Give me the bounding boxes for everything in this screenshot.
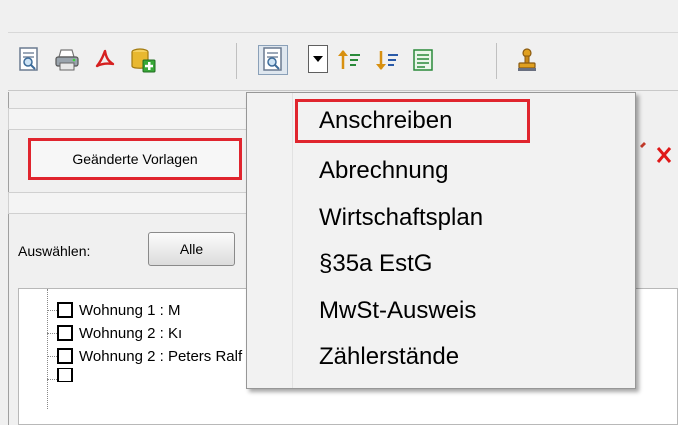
preview-icon[interactable] — [14, 45, 44, 75]
checkbox[interactable] — [57, 348, 73, 364]
menu-icon-column — [247, 93, 293, 388]
menu-item-label: Anschreiben — [319, 107, 453, 134]
stamp-icon[interactable] — [512, 45, 542, 75]
tree-item-label: Wohnung 2 : Peters Ralf — [79, 347, 243, 365]
menu-item-anschreiben[interactable]: Anschreiben — [295, 99, 530, 143]
menu-item-mwst-ausweis[interactable]: MwSt-Ausweis — [319, 297, 476, 325]
application-window: Geänderte Vorlagen Auswählen: Alle Wohnu… — [0, 0, 678, 425]
tree-item[interactable]: Wohnung 2 : Peters Ralf — [57, 345, 242, 367]
tree-connector — [47, 289, 48, 409]
add-database-icon[interactable] — [128, 45, 158, 75]
checkbox[interactable] — [57, 325, 73, 341]
section-header — [8, 192, 248, 214]
section-header — [8, 108, 248, 130]
checkbox[interactable] — [57, 302, 73, 318]
pdf-icon[interactable] — [90, 45, 120, 75]
printer-icon[interactable] — [52, 45, 82, 75]
select-label: Auswählen: — [18, 243, 91, 259]
select-all-button[interactable]: Alle — [148, 232, 235, 266]
tree-item[interactable] — [57, 368, 79, 382]
toolbar-separator — [496, 43, 497, 79]
tree-item[interactable]: Wohnung 1 : M — [57, 299, 180, 321]
tree-connector — [47, 333, 57, 334]
sort-ascending-icon[interactable] — [334, 45, 364, 75]
changed-templates-button[interactable]: Geänderte Vorlagen — [28, 138, 242, 180]
tree-connector — [47, 356, 57, 357]
tree-item-label: Wohnung 2 : Kı — [79, 324, 183, 342]
edit-icon[interactable] — [640, 142, 646, 148]
chevron-down-icon — [313, 56, 323, 62]
list-icon[interactable] — [408, 45, 438, 75]
menu-item-abrechnung[interactable]: Abrechnung — [319, 157, 448, 185]
checkbox[interactable] — [57, 368, 73, 382]
tree-connector — [47, 310, 57, 311]
template-dropdown-button[interactable] — [308, 45, 328, 73]
tree-connector — [47, 379, 57, 380]
toolbar-separator — [236, 43, 237, 79]
tree-item[interactable]: Wohnung 2 : Kı — [57, 322, 182, 344]
sort-descending-icon[interactable] — [372, 45, 402, 75]
menu-item-zaehlerstaende[interactable]: Zählerstände — [319, 343, 459, 371]
top-strip — [8, 0, 678, 33]
template-dropdown-menu: Anschreiben Abrechnung Wirtschaftsplan §… — [246, 92, 636, 389]
toolbar — [8, 33, 678, 91]
menu-item-35a-estg[interactable]: §35a EstG — [319, 250, 432, 278]
right-toolbar-partial — [640, 140, 678, 170]
tree-item-label: Wohnung 1 : M — [79, 301, 181, 319]
template-icon[interactable] — [258, 45, 288, 75]
menu-item-wirtschaftsplan[interactable]: Wirtschaftsplan — [319, 204, 483, 232]
